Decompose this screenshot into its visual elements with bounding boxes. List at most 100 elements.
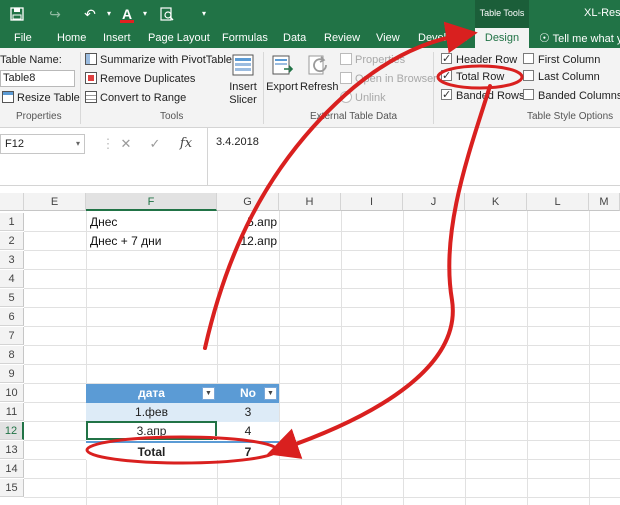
remove-duplicates-button[interactable]: Remove Duplicates	[85, 71, 195, 87]
row-header[interactable]: 4	[0, 270, 24, 288]
unlink-button[interactable]: Unlink	[340, 90, 386, 106]
refresh-button[interactable]: Refresh	[300, 53, 339, 94]
cell-f1[interactable]: Днес	[90, 213, 215, 231]
redo-icon[interactable]: ↪	[45, 4, 65, 24]
row-header[interactable]: 10	[0, 384, 24, 402]
header-row-checkbox[interactable]: Header Row	[441, 51, 517, 68]
undo-icon[interactable]: ↶	[80, 4, 100, 24]
export-label: Export	[266, 81, 298, 93]
external-properties-button[interactable]: Properties	[340, 52, 405, 68]
insert-slicer-label-1: Insert	[229, 81, 257, 93]
column-header[interactable]: L	[527, 193, 589, 211]
tab-formulas[interactable]: Formulas	[222, 28, 268, 48]
total-row-checkbox[interactable]: Total Row	[441, 68, 504, 85]
banded-rows-checkbox[interactable]: Banded Rows	[441, 87, 525, 104]
row-header[interactable]: 13	[0, 441, 24, 459]
cell-f2[interactable]: Днес + 7 дни	[90, 232, 215, 250]
cell-g2[interactable]: 12.апр	[219, 232, 277, 250]
insert-slicer-button[interactable]: Insert Slicer	[228, 53, 258, 107]
column-header[interactable]: H	[279, 193, 341, 211]
formula-input[interactable]: 3.4.2018	[207, 128, 620, 186]
checkbox-checked-icon	[441, 51, 452, 67]
gridline	[217, 211, 218, 505]
tab-home[interactable]: Home	[57, 28, 86, 48]
column-header[interactable]: I	[341, 193, 403, 211]
tell-me-search[interactable]: ☉ Tell me what yo	[539, 28, 620, 48]
column-header[interactable]: M	[589, 193, 620, 211]
style-options-group-label: Table Style Options	[527, 111, 614, 122]
tab-review[interactable]: Review	[324, 28, 360, 48]
name-box-value: F12	[5, 138, 24, 150]
cell-g1[interactable]: 5.апр	[219, 213, 277, 231]
gridline	[24, 288, 620, 289]
print-preview-icon[interactable]	[158, 4, 176, 24]
first-column-checkbox[interactable]: First Column	[523, 52, 600, 68]
open-in-browser-button[interactable]: Open in Browser	[340, 71, 437, 87]
row-header[interactable]: 7	[0, 327, 24, 345]
row-header[interactable]: 5	[0, 289, 24, 307]
summarize-pivot-button[interactable]: Summarize with PivotTable	[85, 52, 232, 68]
enter-entry-button[interactable]: ✓	[143, 134, 167, 154]
convert-to-range-label: Convert to Range	[100, 92, 187, 104]
insert-function-button[interactable]: fx	[174, 134, 198, 154]
total-row-label-cell[interactable]: Total	[86, 441, 217, 460]
slicer-icon	[232, 54, 254, 76]
row-header[interactable]: 12	[0, 422, 24, 440]
column-header[interactable]: G	[217, 193, 279, 211]
external-properties-label: Properties	[355, 54, 406, 66]
column-header[interactable]: J	[403, 193, 465, 211]
gridline	[589, 211, 590, 505]
tab-insert[interactable]: Insert	[103, 28, 131, 48]
customize-qat-icon[interactable]: ▾	[198, 4, 210, 24]
tab-data[interactable]: Data	[283, 28, 306, 48]
unlink-icon	[340, 91, 352, 103]
table-name-input[interactable]: Table8	[0, 70, 75, 87]
tab-page-layout[interactable]: Page Layout	[148, 28, 210, 48]
table-cell[interactable]: 1.фев	[86, 403, 217, 422]
table-cell[interactable]: 4	[217, 422, 279, 441]
row-header[interactable]: 1	[0, 213, 24, 231]
last-column-checkbox[interactable]: Last Column	[523, 69, 600, 85]
table-cell[interactable]: 3	[217, 403, 279, 422]
checkbox-checked-icon	[441, 68, 452, 84]
select-all-corner[interactable]	[0, 193, 24, 211]
export-button[interactable]: Export	[266, 53, 298, 94]
row-header[interactable]: 8	[0, 346, 24, 364]
tab-view[interactable]: View	[376, 28, 400, 48]
row-header[interactable]: 2	[0, 232, 24, 250]
filter-dropdown-icon[interactable]: ▼	[264, 387, 277, 400]
resize-table-button[interactable]: Resize Table	[2, 90, 80, 106]
filter-dropdown-icon[interactable]: ▼	[202, 387, 215, 400]
chevron-down-icon[interactable]: ▾	[140, 4, 150, 24]
column-header[interactable]: F	[86, 193, 217, 211]
table-name-label: Table Name:	[0, 54, 62, 66]
tab-design[interactable]: Design	[475, 28, 529, 48]
banded-columns-checkbox[interactable]: Banded Columns	[523, 88, 620, 104]
cancel-entry-button[interactable]: ✕	[114, 134, 138, 154]
convert-to-range-button[interactable]: Convert to Range	[85, 90, 186, 106]
unlink-label: Unlink	[355, 92, 386, 104]
gridline	[279, 211, 280, 505]
table-header-date[interactable]: дата	[86, 384, 217, 403]
row-header[interactable]: 15	[0, 479, 24, 497]
row-header[interactable]: 11	[0, 403, 24, 421]
refresh-label: Refresh	[300, 81, 339, 93]
save-icon[interactable]	[8, 4, 26, 24]
row-header[interactable]: 6	[0, 308, 24, 326]
tab-file[interactable]: File	[14, 28, 32, 48]
row-header[interactable]: 14	[0, 460, 24, 478]
gridline	[24, 326, 620, 327]
font-color-icon[interactable]: A	[118, 4, 136, 24]
checkbox-unchecked-icon	[523, 53, 534, 64]
total-row-value-cell[interactable]: 7	[217, 441, 279, 460]
fill-handle[interactable]	[213, 436, 218, 441]
column-header[interactable]: E	[24, 193, 86, 211]
resize-table-label: Resize Table	[17, 92, 80, 104]
row-header[interactable]: 9	[0, 365, 24, 383]
chevron-down-icon[interactable]: ▾	[104, 4, 114, 24]
tab-developer[interactable]: Developer	[418, 28, 468, 48]
name-box[interactable]: F12 ▾	[0, 134, 85, 154]
column-header[interactable]: K	[465, 193, 527, 211]
row-header[interactable]: 3	[0, 251, 24, 269]
pivot-table-icon	[85, 53, 97, 65]
